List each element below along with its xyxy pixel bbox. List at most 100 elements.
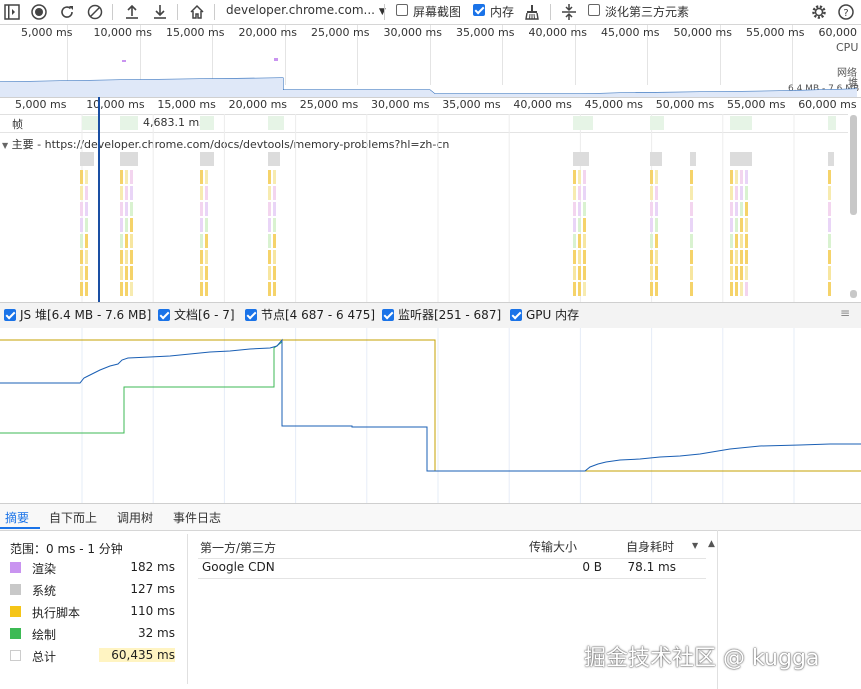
call-block[interactable] [205, 266, 208, 280]
task-block[interactable] [80, 152, 94, 166]
call-block[interactable] [573, 170, 576, 184]
call-block[interactable] [740, 202, 743, 216]
call-block[interactable] [125, 202, 128, 216]
call-block[interactable] [200, 218, 203, 232]
download-icon[interactable] [151, 3, 169, 21]
call-block[interactable] [650, 186, 653, 200]
call-block[interactable] [573, 250, 576, 264]
call-block[interactable] [130, 266, 133, 280]
task-block[interactable] [200, 152, 214, 166]
call-block[interactable] [578, 266, 581, 280]
call-block[interactable] [690, 202, 693, 216]
call-block[interactable] [85, 170, 88, 184]
call-block[interactable] [745, 218, 748, 232]
call-block[interactable] [125, 250, 128, 264]
call-block[interactable] [268, 282, 271, 296]
reload-icon[interactable] [58, 3, 76, 21]
call-block[interactable] [583, 170, 586, 184]
legend-nodes[interactable]: 节点[4 687 - 6 475] [241, 305, 376, 325]
call-block[interactable] [828, 170, 831, 184]
call-block[interactable] [578, 186, 581, 200]
call-block[interactable] [205, 202, 208, 216]
memory-checkbox[interactable] [473, 4, 485, 16]
call-block[interactable] [200, 186, 203, 200]
call-block[interactable] [80, 282, 83, 296]
call-block[interactable] [655, 186, 658, 200]
call-block[interactable] [828, 234, 831, 248]
call-block[interactable] [130, 250, 133, 264]
call-block[interactable] [273, 170, 276, 184]
task-block[interactable] [828, 152, 834, 166]
call-block[interactable] [200, 170, 203, 184]
call-block[interactable] [120, 282, 123, 296]
call-block[interactable] [268, 234, 271, 248]
call-block[interactable] [85, 266, 88, 280]
call-block[interactable] [650, 282, 653, 296]
timeline-overview[interactable]: 5,000 ms 10,000 ms 15,000 ms 20,000 ms 25,00… [0, 25, 861, 98]
call-block[interactable] [735, 186, 738, 200]
dim-third-party-checkbox[interactable] [588, 4, 600, 16]
col-party-header[interactable]: 第一方/第三方 [200, 539, 276, 556]
call-block[interactable] [80, 234, 83, 248]
legend-nodes-checkbox[interactable] [245, 309, 257, 321]
call-block[interactable] [740, 170, 743, 184]
tab-event-log[interactable]: 事件日志 [173, 509, 221, 526]
url-select[interactable]: developer.chrome.com... ▼ [226, 3, 386, 17]
call-block[interactable] [120, 170, 123, 184]
call-block[interactable] [200, 266, 203, 280]
call-block[interactable] [735, 234, 738, 248]
record-icon[interactable] [30, 3, 48, 21]
call-block[interactable] [578, 282, 581, 296]
call-block[interactable] [745, 282, 748, 296]
call-block[interactable] [583, 250, 586, 264]
call-block[interactable] [268, 250, 271, 264]
legend-gpu-checkbox[interactable] [510, 309, 522, 321]
task-block[interactable] [268, 152, 280, 166]
tab-bottom-up[interactable]: 自下而上 [49, 509, 97, 526]
call-block[interactable] [125, 282, 128, 296]
call-block[interactable] [735, 202, 738, 216]
call-block[interactable] [268, 202, 271, 216]
call-block[interactable] [120, 218, 123, 232]
call-block[interactable] [130, 186, 133, 200]
call-block[interactable] [205, 234, 208, 248]
call-block[interactable] [200, 202, 203, 216]
call-block[interactable] [690, 170, 693, 184]
table-row[interactable]: Google CDN 0 B 78.1 ms [198, 560, 706, 578]
call-block[interactable] [583, 234, 586, 248]
call-block[interactable] [745, 170, 748, 184]
call-block[interactable] [735, 282, 738, 296]
call-block[interactable] [583, 186, 586, 200]
collapse-icon[interactable] [560, 3, 578, 21]
call-block[interactable] [578, 250, 581, 264]
call-block[interactable] [80, 202, 83, 216]
call-block[interactable] [828, 186, 831, 200]
call-block[interactable] [655, 234, 658, 248]
call-block[interactable] [735, 266, 738, 280]
call-block[interactable] [130, 234, 133, 248]
call-block[interactable] [828, 202, 831, 216]
call-block[interactable] [690, 266, 693, 280]
legend-gpu[interactable]: GPU 内存 [506, 305, 586, 325]
task-block[interactable] [690, 152, 696, 166]
call-block[interactable] [730, 282, 733, 296]
call-block[interactable] [690, 234, 693, 248]
legend-js-heap[interactable]: JS 堆[6.4 MB - 7.6 MB] [0, 305, 152, 325]
call-block[interactable] [205, 282, 208, 296]
call-block[interactable] [573, 218, 576, 232]
call-block[interactable] [85, 186, 88, 200]
call-block[interactable] [573, 282, 576, 296]
call-block[interactable] [273, 266, 276, 280]
call-block[interactable] [578, 234, 581, 248]
help-icon[interactable]: ? [837, 3, 855, 21]
frame-block[interactable] [573, 116, 593, 130]
call-block[interactable] [735, 218, 738, 232]
frame-block[interactable] [828, 116, 836, 130]
legend-listeners-checkbox[interactable] [382, 309, 394, 321]
call-block[interactable] [735, 250, 738, 264]
call-block[interactable] [655, 218, 658, 232]
call-block[interactable] [200, 250, 203, 264]
call-block[interactable] [650, 234, 653, 248]
call-block[interactable] [120, 202, 123, 216]
call-block[interactable] [730, 266, 733, 280]
